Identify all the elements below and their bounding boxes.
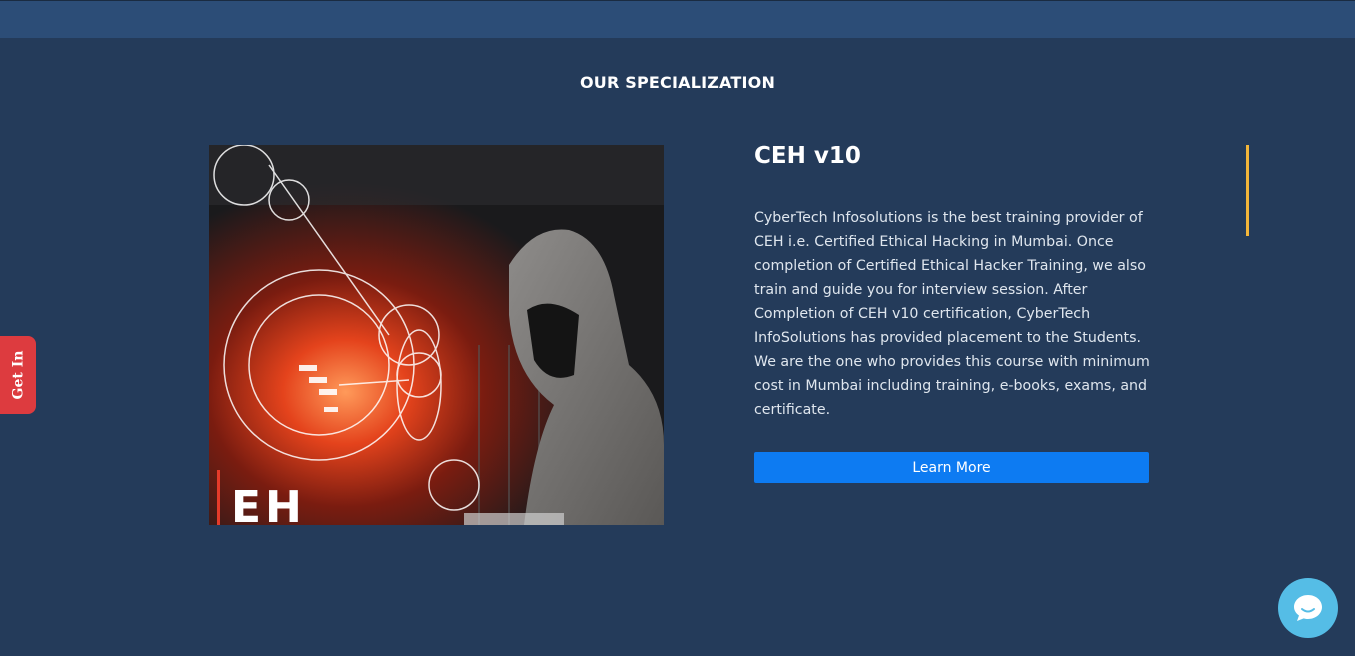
accent-divider [1246, 145, 1249, 236]
image-overlay-text: EH [231, 482, 306, 526]
get-in-touch-tab[interactable]: Get In [0, 336, 36, 414]
top-navigation-bar [0, 0, 1355, 38]
course-title: CEH v10 [754, 143, 861, 169]
learn-more-button[interactable]: Learn More [754, 452, 1149, 483]
get-in-tab-label: Get In [10, 350, 26, 400]
chat-button[interactable] [1278, 578, 1338, 638]
hacker-illustration [209, 145, 664, 525]
course-description: CyberTech Infosolutions is the best trai… [754, 210, 1150, 418]
chat-bubble-icon [1294, 595, 1322, 621]
ceh-course-image: EH [209, 145, 664, 525]
section-title: OUR SPECIALIZATION [579, 73, 776, 92]
